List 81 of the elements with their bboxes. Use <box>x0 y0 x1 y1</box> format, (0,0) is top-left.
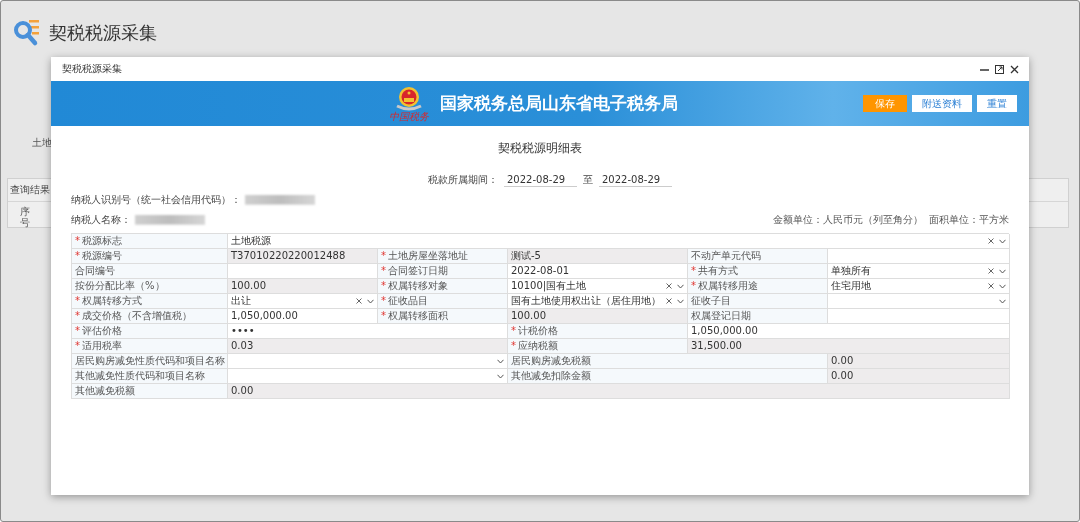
toolbar-button[interactable]: 重置 <box>977 95 1017 112</box>
chevron-down-icon[interactable] <box>999 268 1006 274</box>
clear-icon[interactable] <box>988 238 994 244</box>
clear-icon[interactable] <box>988 268 994 274</box>
field-label: * 权属转移方式 <box>72 294 228 309</box>
chevron-down-icon[interactable] <box>999 283 1006 289</box>
field-label: 居民购房减免税额 <box>508 354 828 369</box>
field-label: * 合同签订日期 <box>378 264 508 279</box>
input-field[interactable]: 2022-08-01 <box>508 264 688 279</box>
clear-icon[interactable] <box>988 283 994 289</box>
seal-text: 中国税务 <box>389 111 429 122</box>
form-title: 契税税源明细表 <box>497 140 583 157</box>
clear-icon[interactable] <box>666 298 672 304</box>
input-field[interactable]: 0.00 <box>228 384 1010 399</box>
field-label: * 应纳税额 <box>508 339 688 354</box>
chevron-down-icon[interactable] <box>999 238 1006 244</box>
field-label: 权属登记日期 <box>688 309 828 324</box>
field-label: * 计税价格 <box>508 324 688 339</box>
field-label: 征收子目 <box>688 294 828 309</box>
close-icon[interactable] <box>1010 64 1019 74</box>
field-label: * 适用税率 <box>72 339 228 354</box>
field-label: * 评估价格 <box>72 324 228 339</box>
field-label: 合同编号 <box>72 264 228 279</box>
select-field[interactable]: 土地税源 <box>228 234 1010 249</box>
field-label: 居民购房减免性质代码和项目名称 <box>72 354 228 369</box>
field-label: * 征收品目 <box>378 294 508 309</box>
input-field[interactable]: 0.03 <box>228 339 508 354</box>
input-field[interactable]: 1,050,000.00 <box>688 324 1010 339</box>
field-label: * 共有方式 <box>688 264 828 279</box>
field-label: * 权属转移面积 <box>378 309 508 324</box>
clear-icon[interactable] <box>666 283 672 289</box>
date-field[interactable]: 2022-08-29 <box>599 173 672 187</box>
input-field[interactable]: 测试-5 <box>508 249 688 264</box>
chevron-down-icon[interactable] <box>497 373 504 379</box>
chevron-down-icon[interactable] <box>999 298 1006 304</box>
input-field[interactable] <box>828 309 1010 324</box>
dialog-title: 契税税源采集 <box>62 62 123 76</box>
input-field[interactable]: 0.00 <box>828 354 1010 369</box>
chevron-down-icon[interactable] <box>497 358 504 364</box>
column-header: 序号 <box>20 206 31 228</box>
input-field[interactable] <box>828 249 1010 264</box>
select-field[interactable] <box>828 294 1010 309</box>
select-field[interactable]: 10100|国有土地 <box>508 279 688 294</box>
chevron-down-icon[interactable] <box>367 298 374 304</box>
date-field[interactable]: 2022-08-29 <box>504 173 577 187</box>
field-label: * 权属转移用途 <box>688 279 828 294</box>
select-field[interactable] <box>228 354 508 369</box>
field-label: 其他减免税额 <box>72 384 228 399</box>
input-field[interactable]: T37010220220012488 <box>228 249 378 264</box>
input-field[interactable]: 100.00 <box>228 279 378 294</box>
select-field[interactable] <box>228 369 508 384</box>
select-field[interactable]: 出让 <box>228 294 378 309</box>
field-label: * 税源标志 <box>72 234 228 249</box>
unit-note: 面积单位：平方米 <box>929 213 1009 227</box>
input-field[interactable]: •••• <box>228 324 508 339</box>
field-label: * 土地房屋坐落地址 <box>378 249 508 264</box>
field-label: * 税源编号 <box>72 249 228 264</box>
field-label: 其他减免性质代码和项目名称 <box>72 369 228 384</box>
select-field[interactable]: 国有土地使用权出让（居住用地） <box>508 294 688 309</box>
toolbar-button[interactable]: 附送资料 <box>912 95 972 112</box>
input-field[interactable]: 1,050,000.00 <box>228 309 378 324</box>
field-label: 纳税人名称： <box>71 213 131 227</box>
field-label: 按份分配比率（%） <box>72 279 228 294</box>
clear-icon[interactable] <box>356 298 362 304</box>
emblem-icon <box>394 85 424 112</box>
input-field[interactable]: 31,500.00 <box>688 339 1010 354</box>
chevron-down-icon[interactable] <box>677 298 684 304</box>
input-field[interactable]: 0.00 <box>828 369 1010 384</box>
chevron-down-icon[interactable] <box>677 283 684 289</box>
select-field[interactable]: 住宅用地 <box>828 279 1010 294</box>
field-label: * 成交价格（不含增值税） <box>72 309 228 324</box>
input-field[interactable] <box>228 264 378 279</box>
field-label: 其他减免扣除金额 <box>508 369 828 384</box>
maximize-icon[interactable] <box>995 64 1004 74</box>
unit-note: 金额单位：人民币元（列至角分） <box>773 213 923 227</box>
banner-title: 国家税务总局山东省电子税务局 <box>440 92 679 115</box>
field-label: * 权属转移对象 <box>378 279 508 294</box>
page-title: 契税税源采集 <box>49 21 157 45</box>
field-label: 不动产单元代码 <box>688 249 828 264</box>
input-field[interactable]: 100.00 <box>508 309 688 324</box>
select-field[interactable]: 单独所有 <box>828 264 1010 279</box>
